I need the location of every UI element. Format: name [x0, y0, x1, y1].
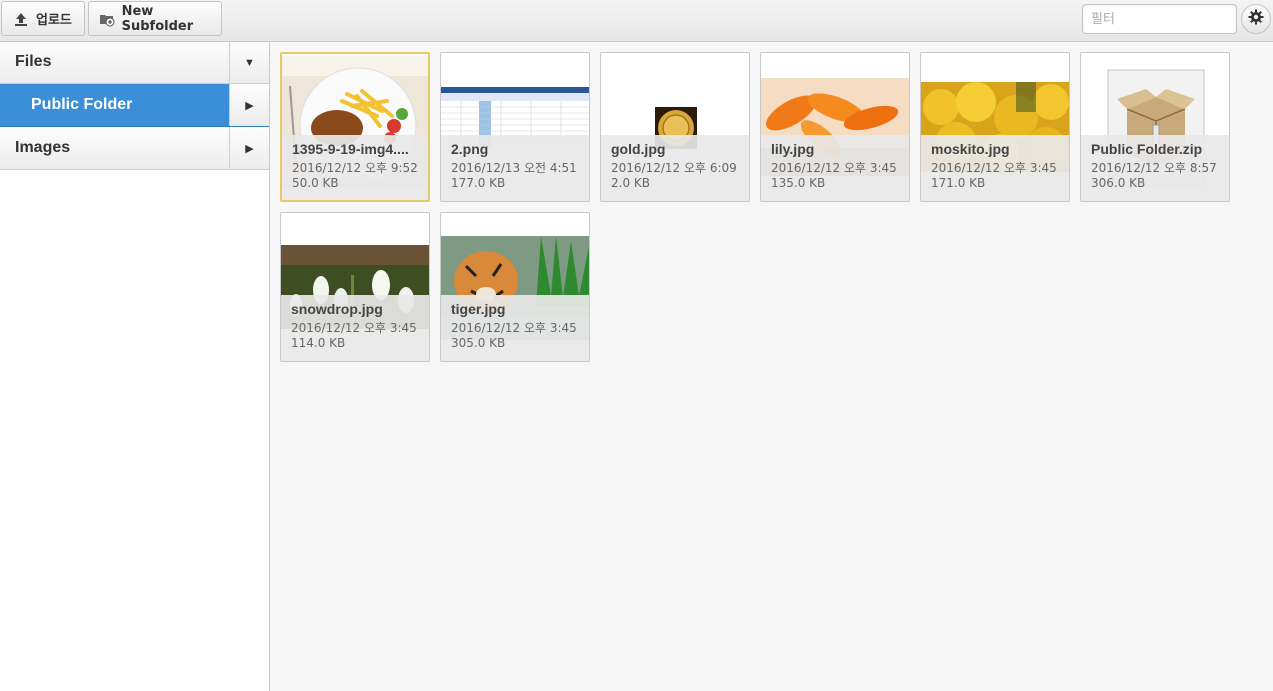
file-tile[interactable]: 1395-9-19-img4.... 2016/12/12 오후 9:52 50… [280, 52, 430, 202]
file-tile[interactable]: tiger.jpg 2016/12/12 오후 3:45 305.0 KB [440, 212, 590, 362]
file-info: 2.png 2016/12/13 오전 4:51 177.0 KB [441, 135, 589, 201]
file-tile[interactable]: snowdrop.jpg 2016/12/12 오후 3:45 114.0 KB [280, 212, 430, 362]
file-tile[interactable]: 2.png 2016/12/13 오전 4:51 177.0 KB [440, 52, 590, 202]
upload-icon [12, 10, 30, 28]
upload-button[interactable]: 업로드 [1, 1, 85, 36]
file-info: lily.jpg 2016/12/12 오후 3:45 135.0 KB [761, 135, 909, 201]
file-info: tiger.jpg 2016/12/12 오후 3:45 305.0 KB [441, 295, 589, 361]
sidebar-item-images[interactable]: Images ▶ [0, 127, 269, 170]
file-tile[interactable]: lily.jpg 2016/12/12 오후 3:45 135.0 KB [760, 52, 910, 202]
file-date: 2016/12/12 오후 3:45 [771, 161, 897, 175]
new-folder-icon [99, 10, 116, 28]
file-size: 306.0 KB [1091, 176, 1146, 190]
gear-icon [1248, 9, 1264, 30]
file-date: 2016/12/12 오후 3:45 [451, 321, 577, 335]
file-tile[interactable]: Public Folder.zip 2016/12/12 오후 8:57 306… [1080, 52, 1230, 202]
file-name: gold.jpg [611, 141, 666, 157]
file-size: 50.0 KB [292, 176, 339, 190]
file-info: snowdrop.jpg 2016/12/12 오후 3:45 114.0 KB [281, 295, 429, 361]
file-size: 305.0 KB [451, 336, 506, 350]
file-date: 2016/12/12 오후 6:09 [611, 161, 737, 175]
filter-input[interactable] [1082, 4, 1237, 34]
sidebar-item-files[interactable]: Files ▼ [0, 42, 269, 84]
file-info: 1395-9-19-img4.... 2016/12/12 오후 9:52 50… [282, 135, 428, 200]
sidebar-item-label: Files [15, 53, 52, 70]
toolbar: 업로드 New Subfolder [0, 0, 1273, 42]
file-name: lily.jpg [771, 141, 815, 157]
file-size: 177.0 KB [451, 176, 506, 190]
file-date: 2016/12/12 오후 3:45 [291, 321, 417, 335]
folder-tree: Files ▼ Public Folder ▶ Images ▶ [0, 42, 270, 691]
file-size: 171.0 KB [931, 176, 986, 190]
file-name: tiger.jpg [451, 301, 506, 317]
expand-toggle-icon[interactable]: ▶ [229, 84, 269, 126]
settings-button[interactable] [1241, 4, 1271, 34]
file-date: 2016/12/13 오전 4:51 [451, 161, 577, 175]
sidebar-item-label: Images [15, 139, 71, 156]
file-date: 2016/12/12 오후 3:45 [931, 161, 1057, 175]
file-info: moskito.jpg 2016/12/12 오후 3:45 171.0 KB [921, 135, 1069, 201]
file-size: 2.0 KB [611, 176, 650, 190]
file-size: 114.0 KB [291, 336, 346, 350]
file-name: moskito.jpg [931, 141, 1010, 157]
expand-toggle-icon[interactable]: ▶ [229, 127, 269, 169]
file-name: 2.png [451, 141, 489, 157]
file-date: 2016/12/12 오후 9:52 [292, 161, 418, 175]
file-name: 1395-9-19-img4.... [292, 141, 409, 157]
sidebar-item-label: Public Folder [31, 96, 133, 113]
file-info: Public Folder.zip 2016/12/12 오후 8:57 306… [1081, 135, 1229, 201]
sidebar-item-public-folder[interactable]: Public Folder ▶ [0, 84, 269, 127]
file-info: gold.jpg 2016/12/12 오후 6:09 2.0 KB [601, 135, 749, 201]
new-subfolder-label: New Subfolder [121, 3, 194, 34]
upload-label: 업로드 [36, 13, 72, 28]
new-subfolder-button[interactable]: New Subfolder [88, 1, 222, 36]
file-date: 2016/12/12 오후 8:57 [1091, 161, 1217, 175]
file-tile[interactable]: moskito.jpg 2016/12/12 오후 3:45 171.0 KB [920, 52, 1070, 202]
expand-toggle-icon[interactable]: ▼ [229, 42, 269, 83]
file-tile[interactable]: gold.jpg 2016/12/12 오후 6:09 2.0 KB [600, 52, 750, 202]
file-size: 135.0 KB [771, 176, 826, 190]
file-name: Public Folder.zip [1091, 141, 1203, 157]
file-name: snowdrop.jpg [291, 301, 383, 317]
